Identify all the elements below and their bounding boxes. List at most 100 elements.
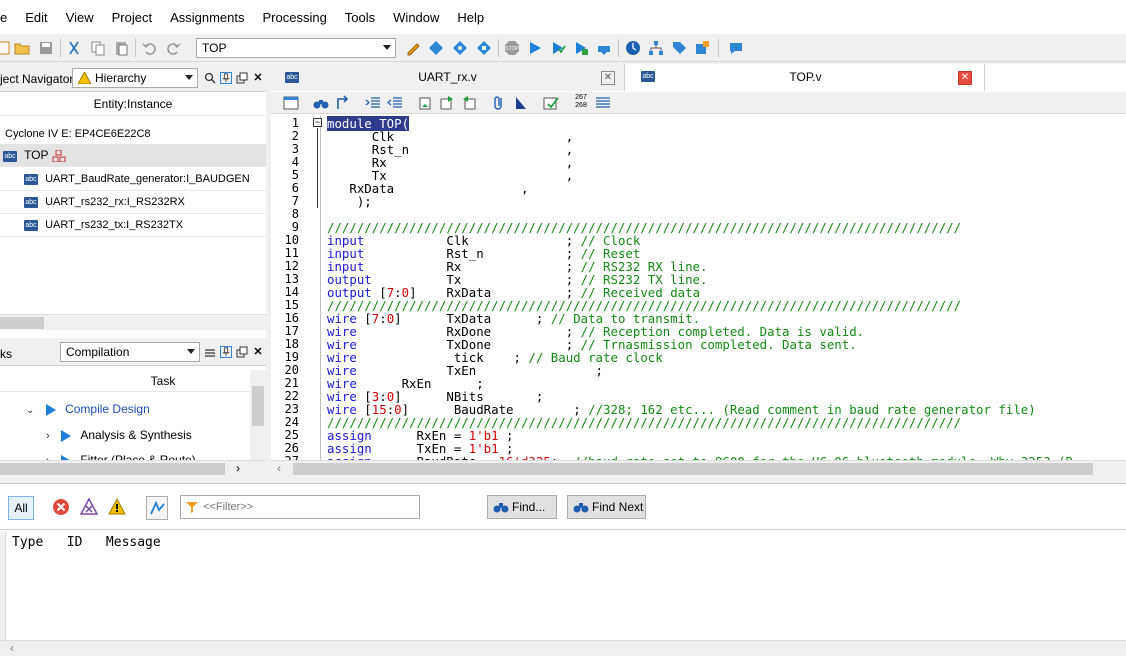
menu-project[interactable]: Project [103, 10, 161, 25]
indent-icon[interactable] [365, 95, 381, 111]
menu-window[interactable]: Window [384, 10, 448, 25]
bookmark-prev-icon[interactable] [461, 95, 477, 111]
paste-icon[interactable] [113, 40, 129, 56]
main-toolbar: TOP STOP [0, 34, 1126, 62]
warning-filter-icon[interactable] [108, 498, 126, 516]
messages-toolbar: All <<Filter>> Find... Find Next [0, 484, 1126, 530]
template-icon[interactable] [543, 95, 559, 111]
filter-all-button[interactable]: All [8, 496, 34, 520]
scrollbar-thumb[interactable] [0, 463, 225, 475]
window-icon[interactable] [283, 95, 299, 111]
list-icon[interactable] [595, 95, 611, 111]
find-replace-icon[interactable] [335, 95, 351, 111]
list-icon[interactable] [204, 347, 216, 359]
chevron-right-icon[interactable]: › [236, 461, 240, 475]
chevron-right-icon[interactable]: › [46, 430, 50, 442]
find-next-button[interactable]: Find Next [567, 495, 646, 519]
programmer-icon[interactable] [596, 40, 612, 56]
binoculars-icon [493, 503, 509, 513]
chip-planner-icon[interactable] [476, 40, 492, 56]
redo-icon[interactable] [165, 40, 181, 56]
assignment-editor-icon[interactable] [428, 40, 444, 56]
find-button[interactable]: Find... [487, 495, 557, 519]
chat-bubble-icon[interactable] [728, 40, 744, 56]
menu-help[interactable]: Help [448, 10, 493, 25]
tree-item-rs232tx[interactable]: abc UART_rs232_tx:I_RS232TX [0, 214, 266, 237]
close-tab-icon[interactable]: ✕ [601, 71, 615, 85]
pin-icon[interactable] [220, 72, 232, 84]
navigator-view-combo[interactable]: Hierarchy [72, 68, 198, 88]
collapse-toggle-icon[interactable]: − [313, 118, 322, 127]
critical-warning-filter-icon[interactable] [80, 498, 98, 516]
tasks-vertical-scrollbar[interactable] [250, 370, 266, 460]
messages-horizontal-scrollbar[interactable]: ‹ [0, 640, 1126, 656]
float-window-icon[interactable] [236, 72, 248, 84]
scrollbar-thumb[interactable] [252, 386, 264, 426]
tasks-horizontal-scrollbar[interactable]: › [0, 460, 266, 476]
binoculars-icon [573, 503, 589, 513]
menu-view[interactable]: View [57, 10, 103, 25]
start-compilation-icon[interactable] [527, 40, 543, 56]
bookmark-next-icon[interactable] [439, 95, 455, 111]
code-editor[interactable]: module TOP( Clk , Rst_n , Rx , Tx , RxDa… [327, 116, 1126, 462]
entity-combo[interactable]: TOP [196, 38, 396, 58]
scrollbar-thumb[interactable] [293, 463, 1093, 475]
tags-icon[interactable] [671, 40, 687, 56]
close-tab-icon[interactable]: ✕ [958, 71, 972, 85]
find-binoculars-icon[interactable] [313, 95, 329, 111]
copy-icon[interactable] [90, 40, 106, 56]
close-icon[interactable]: ✕ [252, 72, 264, 84]
menu-edit[interactable]: Edit [16, 10, 56, 25]
editor-horizontal-scrollbar[interactable]: ‹ [271, 460, 1126, 476]
navigator-horizontal-scrollbar[interactable] [0, 314, 266, 330]
verilog-file-icon: abc [24, 196, 38, 208]
tree-item-baudgen[interactable]: abc UART_BaudRate_generator:I_BAUDGEN [0, 168, 266, 191]
open-folder-icon[interactable] [14, 40, 30, 56]
bookmark-toggle-icon[interactable] [417, 95, 433, 111]
pencil-icon[interactable] [405, 40, 421, 56]
netlist-viewer-icon[interactable] [625, 40, 641, 56]
task-column-header: Task [0, 370, 250, 392]
plugin-icon[interactable] [694, 40, 710, 56]
pin-icon[interactable] [220, 346, 232, 358]
save-icon[interactable] [38, 40, 54, 56]
hierarchy-icon[interactable] [648, 40, 664, 56]
play-icon [61, 429, 72, 442]
close-icon[interactable]: ✕ [252, 346, 264, 358]
task-analysis-synthesis[interactable]: › Analysis & Synthesis [46, 428, 192, 442]
search-icon[interactable] [204, 72, 216, 84]
timing-analysis-icon[interactable] [573, 40, 589, 56]
menu-file[interactable]: e [0, 10, 16, 25]
tab-uart-rx[interactable]: abc UART_rx.v ✕ [271, 64, 625, 91]
attachment-icon[interactable] [491, 95, 507, 111]
chevron-down-icon[interactable]: ⌄ [26, 405, 34, 416]
verilog-file-icon: abc [24, 173, 38, 185]
entity-instance-column-header: Entity:Instance [0, 92, 266, 116]
chevron-left-icon[interactable]: ‹ [10, 641, 14, 655]
float-window-icon[interactable] [236, 346, 248, 358]
undo-icon[interactable] [142, 40, 158, 56]
tree-item-top[interactable]: abc TOP [0, 144, 266, 167]
pin-planner-icon[interactable] [452, 40, 468, 56]
flag-icon[interactable] [513, 95, 529, 111]
suppressed-filter-button[interactable] [146, 496, 168, 520]
editor-area: abc UART_rx.v ✕ abc TOP.v ✕ 267 268 1234… [271, 64, 1126, 476]
error-filter-icon[interactable] [52, 498, 70, 516]
menu-processing[interactable]: Processing [253, 10, 335, 25]
flow-combo[interactable]: Compilation [60, 342, 200, 362]
menu-assignments[interactable]: Assignments [161, 10, 253, 25]
device-row[interactable]: Cyclone IV E: EP4CE6E22C8 [0, 123, 266, 146]
messages-column-header: Type ID Message [12, 535, 161, 550]
scrollbar-thumb[interactable] [0, 317, 44, 329]
tree-item-rs232rx[interactable]: abc UART_rs232_rx:I_RS232RX [0, 191, 266, 214]
cut-icon[interactable] [66, 40, 82, 56]
tab-top[interactable]: abc TOP.v ✕ [627, 64, 985, 91]
message-filter-input[interactable]: <<Filter>> [180, 495, 420, 519]
task-compile-design[interactable]: ⌄ Compile Design [26, 402, 150, 416]
start-analysis-icon[interactable] [550, 40, 566, 56]
unindent-icon[interactable] [387, 95, 403, 111]
new-file-icon[interactable] [0, 40, 12, 56]
chevron-left-icon[interactable]: ‹ [277, 461, 281, 475]
stop-icon[interactable]: STOP [504, 40, 520, 56]
menu-tools[interactable]: Tools [336, 10, 384, 25]
